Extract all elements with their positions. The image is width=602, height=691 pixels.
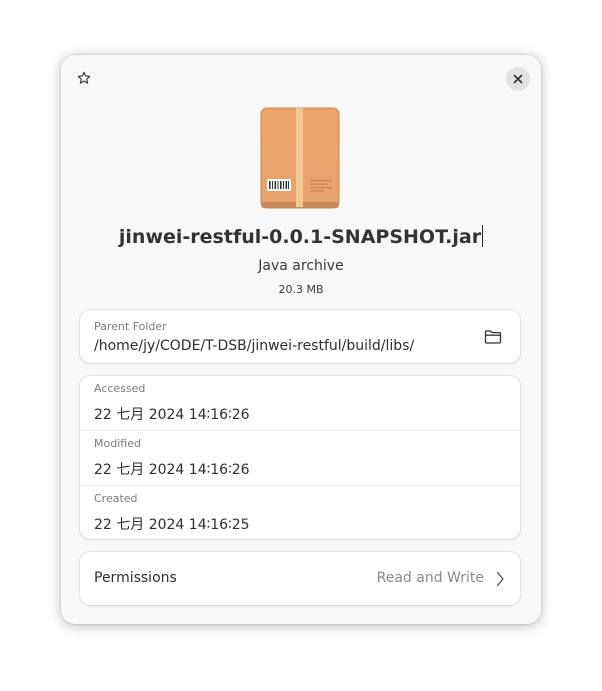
created-label: Created bbox=[94, 492, 138, 505]
file-type: Java archive bbox=[258, 258, 344, 274]
accessed-label: Accessed bbox=[94, 382, 146, 395]
open-parent-folder-button[interactable] bbox=[480, 324, 506, 350]
parent-folder-row: Parent Folder /home/jy/CODE/T-DSB/jinwei… bbox=[80, 310, 520, 363]
modified-label: Modified bbox=[94, 437, 141, 450]
divider bbox=[80, 430, 520, 431]
file-name[interactable]: jinwei-restful-0.0.1-SNAPSHOT.jar bbox=[61, 225, 541, 248]
permissions-row[interactable]: Permissions Read and Write bbox=[80, 552, 520, 605]
file-size: 20.3 MB bbox=[278, 283, 324, 296]
accessed-value: 22 七月 2024 14∶16∶26 bbox=[94, 407, 250, 423]
star-icon bbox=[77, 71, 91, 84]
created-value: 22 七月 2024 14∶16∶25 bbox=[94, 517, 250, 533]
close-button[interactable] bbox=[506, 67, 530, 91]
folder-open-icon bbox=[484, 330, 502, 344]
file-name-text: jinwei-restful-0.0.1-SNAPSHOT.jar bbox=[118, 226, 482, 248]
permissions-label: Permissions bbox=[94, 570, 177, 586]
divider bbox=[80, 485, 520, 486]
archive-file-icon bbox=[260, 107, 340, 209]
modified-value: 22 七月 2024 14∶16∶26 bbox=[94, 462, 250, 478]
dates-card: Accessed 22 七月 2024 14∶16∶26 Modified 22… bbox=[80, 376, 520, 539]
text-cursor bbox=[482, 225, 484, 247]
permissions-value: Read and Write bbox=[376, 570, 484, 586]
close-icon bbox=[513, 74, 523, 84]
parent-folder-path: /home/jy/CODE/T-DSB/jinwei-restful/build… bbox=[94, 338, 415, 354]
file-properties-dialog: jinwei-restful-0.0.1-SNAPSHOT.jar Java a… bbox=[61, 55, 541, 624]
parent-folder-label: Parent Folder bbox=[94, 320, 167, 333]
star-button[interactable] bbox=[73, 67, 95, 89]
chevron-right-icon bbox=[496, 571, 504, 587]
